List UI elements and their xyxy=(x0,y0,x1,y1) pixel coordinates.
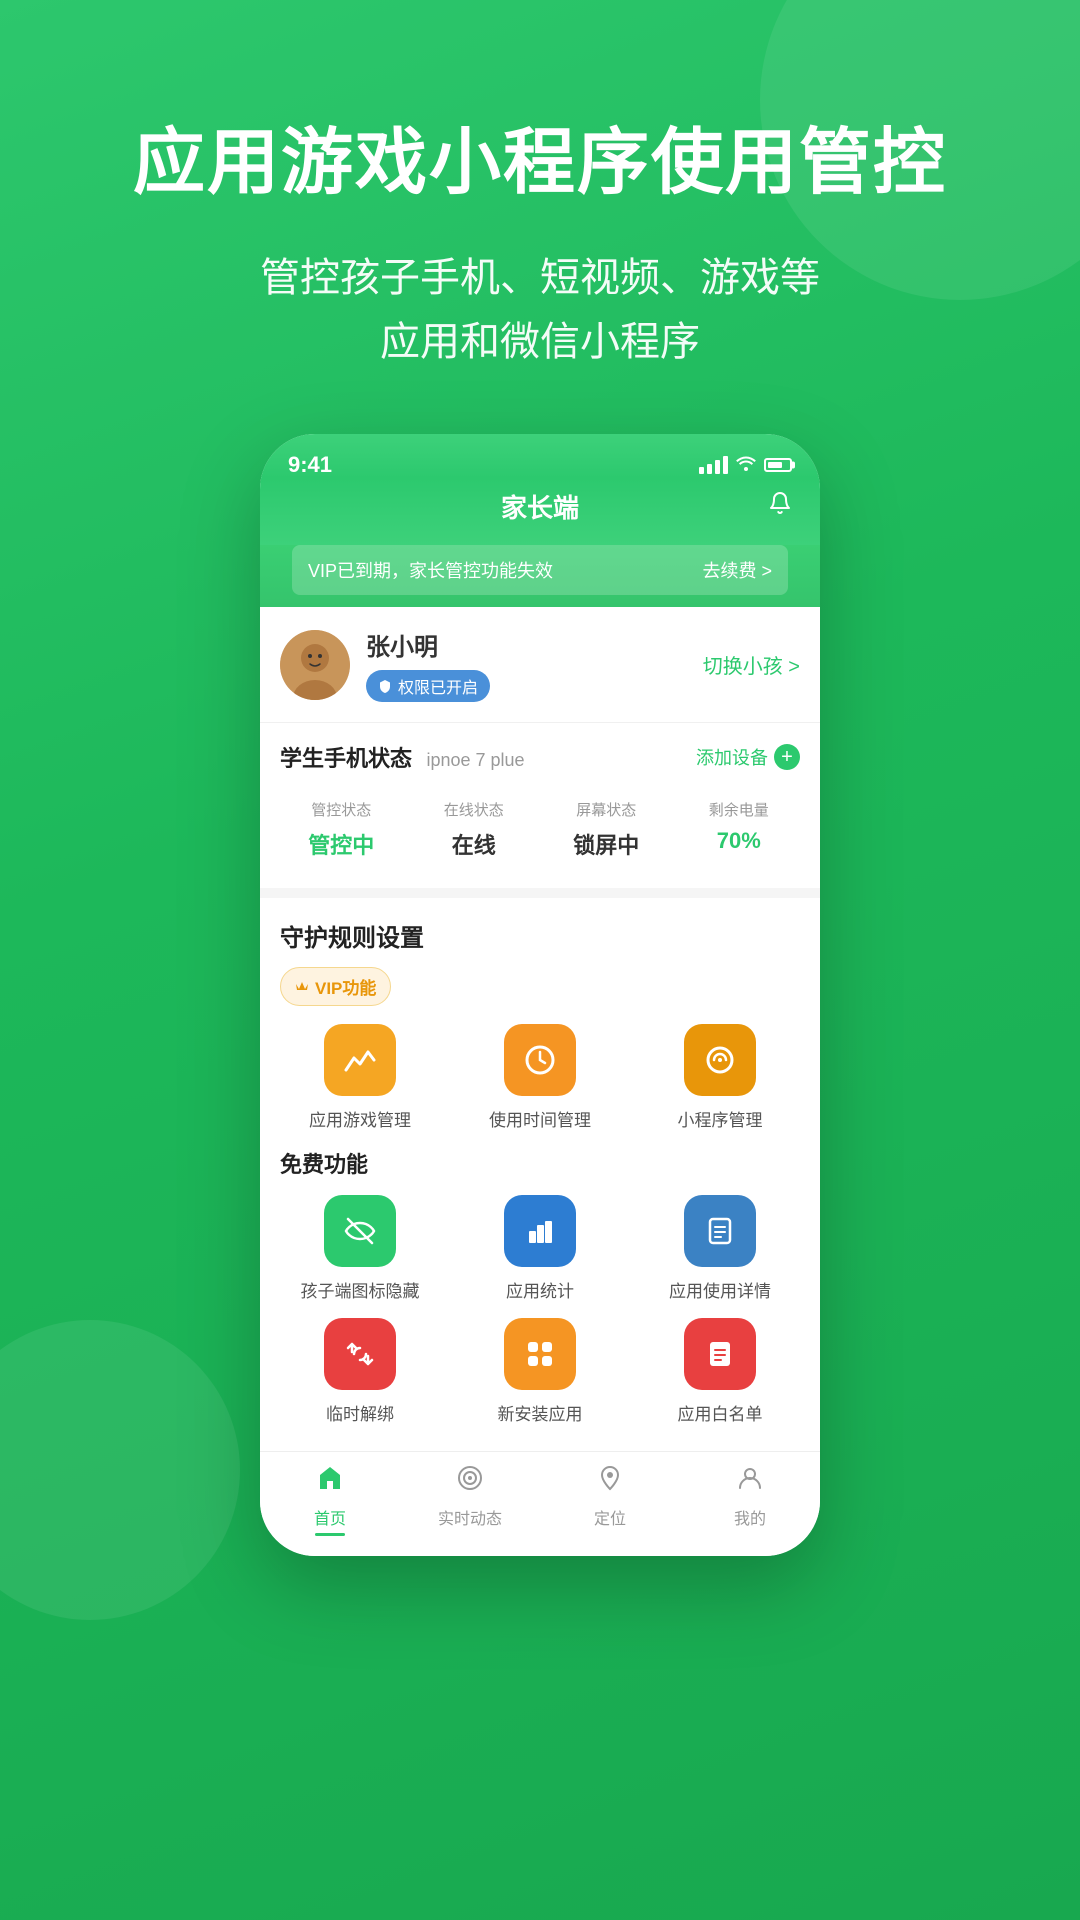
add-device-icon: + xyxy=(774,744,800,770)
nav-profile-label: 我的 xyxy=(734,1505,766,1529)
status-value-control: 管控中 xyxy=(280,828,403,860)
nav-home-underline xyxy=(315,1533,345,1536)
realtime-icon xyxy=(456,1464,484,1499)
user-left: 张小明 权限已开启 xyxy=(280,627,490,702)
user-permission: 权限已开启 xyxy=(366,670,490,702)
nav-location-label: 定位 xyxy=(594,1505,626,1529)
status-icons xyxy=(699,455,792,476)
status-grid: 管控状态 管控中 在线状态 在线 屏幕状态 锁屏中 剩余电量 70% xyxy=(280,789,800,870)
free-features-grid-2: 临时解绑 新安装应用 xyxy=(280,1318,800,1425)
vip-badge: VIP功能 xyxy=(280,967,391,1006)
status-item-online: 在线状态 在线 xyxy=(413,799,536,860)
feature-label-app-game: 应用游戏管理 xyxy=(309,1106,411,1131)
usage-detail-icon xyxy=(684,1195,756,1267)
vip-features-grid: 应用游戏管理 使用时间管理 xyxy=(280,1024,800,1131)
feature-time[interactable]: 使用时间管理 xyxy=(460,1024,620,1131)
battery-icon xyxy=(764,458,792,472)
sub-title: 管控孩子手机、短视频、游戏等应用和微信小程序 xyxy=(60,246,1020,374)
wifi-icon xyxy=(736,455,756,476)
header-section: 应用游戏小程序使用管控 管控孩子手机、短视频、游戏等应用和微信小程序 xyxy=(0,0,1080,434)
phone-mockup-container: 9:41 家长端 xyxy=(0,434,1080,1636)
main-title: 应用游戏小程序使用管控 xyxy=(60,120,1020,206)
user-section: 张小明 权限已开启 切换小孩 > xyxy=(260,607,820,722)
feature-icon-hide[interactable]: 孩子端图标隐藏 xyxy=(280,1195,440,1302)
user-info: 张小明 权限已开启 xyxy=(366,627,490,702)
feature-label-usage-detail: 应用使用详情 xyxy=(669,1277,771,1302)
feature-label-mini-program: 小程序管理 xyxy=(678,1106,763,1131)
status-value-online: 在线 xyxy=(413,828,536,860)
feature-label-icon-hide: 孩子端图标隐藏 xyxy=(301,1277,420,1302)
vip-banner-text: VIP已到期，家长管控功能失效 xyxy=(308,557,553,583)
mini-program-icon xyxy=(684,1024,756,1096)
status-label-battery: 剩余电量 xyxy=(678,799,801,820)
bell-icon[interactable] xyxy=(768,491,792,522)
whitelist-icon xyxy=(684,1318,756,1390)
feature-mini-program[interactable]: 小程序管理 xyxy=(640,1024,800,1131)
device-title-row: 学生手机状态 ipnoe 7 plue xyxy=(280,741,525,773)
status-item-control: 管控状态 管控中 xyxy=(280,799,403,860)
nav-location[interactable]: 定位 xyxy=(570,1464,650,1536)
status-bar: 9:41 xyxy=(260,434,820,478)
nav-profile[interactable]: 我的 xyxy=(710,1464,790,1536)
vip-banner-action[interactable]: 去续费 > xyxy=(702,557,772,583)
feature-app-game[interactable]: 应用游戏管理 xyxy=(280,1024,440,1131)
device-header: 学生手机状态 ipnoe 7 plue 添加设备 + xyxy=(280,741,800,773)
watermark-area xyxy=(0,1636,1080,1676)
device-title: 学生手机状态 xyxy=(280,746,412,771)
status-label-online: 在线状态 xyxy=(413,799,536,820)
app-header: 家长端 xyxy=(260,478,820,545)
location-icon xyxy=(596,1464,624,1499)
phone-mockup: 9:41 家长端 xyxy=(260,434,820,1556)
feature-temp-unbind[interactable]: 临时解绑 xyxy=(280,1318,440,1425)
app-stats-icon xyxy=(504,1195,576,1267)
app-game-icon xyxy=(324,1024,396,1096)
nav-home[interactable]: 首页 xyxy=(290,1464,370,1536)
feature-label-time: 使用时间管理 xyxy=(489,1106,591,1131)
temp-unbind-icon xyxy=(324,1318,396,1390)
signal-icon xyxy=(699,456,728,474)
avatar xyxy=(280,630,350,700)
user-name: 张小明 xyxy=(366,627,490,662)
bottom-nav: 首页 实时动态 xyxy=(260,1451,820,1556)
feature-label-temp-unbind: 临时解绑 xyxy=(326,1400,394,1425)
feature-usage-detail[interactable]: 应用使用详情 xyxy=(640,1195,800,1302)
time-icon xyxy=(504,1024,576,1096)
home-icon xyxy=(316,1464,344,1499)
status-value-battery: 70% xyxy=(678,828,801,854)
rules-section: 守护规则设置 VIP功能 应用游戏管理 xyxy=(260,888,820,1451)
status-item-battery: 剩余电量 70% xyxy=(678,799,801,860)
feature-label-whitelist: 应用白名单 xyxy=(678,1400,763,1425)
vip-banner[interactable]: VIP已到期，家长管控功能失效 去续费 > xyxy=(292,545,788,595)
nav-realtime[interactable]: 实时动态 xyxy=(430,1464,510,1536)
feature-label-new-install: 新安装应用 xyxy=(498,1400,583,1425)
status-value-screen: 锁屏中 xyxy=(545,828,668,860)
free-features-grid-1: 孩子端图标隐藏 应用统计 xyxy=(280,1195,800,1302)
rules-title: 守护规则设置 xyxy=(280,918,800,953)
feature-label-app-stats: 应用统计 xyxy=(506,1277,574,1302)
device-section: 学生手机状态 ipnoe 7 plue 添加设备 + 管控状态 管控中 在线状态… xyxy=(260,722,820,888)
status-label-screen: 屏幕状态 xyxy=(545,799,668,820)
add-device-button[interactable]: 添加设备 + xyxy=(696,744,800,770)
status-item-screen: 屏幕状态 锁屏中 xyxy=(545,799,668,860)
feature-new-install[interactable]: 新安装应用 xyxy=(460,1318,620,1425)
profile-icon xyxy=(736,1464,764,1499)
nav-realtime-label: 实时动态 xyxy=(438,1505,502,1529)
status-label-control: 管控状态 xyxy=(280,799,403,820)
app-title: 家长端 xyxy=(501,488,579,525)
feature-whitelist[interactable]: 应用白名单 xyxy=(640,1318,800,1425)
switch-child-button[interactable]: 切换小孩 > xyxy=(703,650,800,679)
status-time: 9:41 xyxy=(288,452,332,478)
device-model: ipnoe 7 plue xyxy=(426,750,524,770)
feature-app-stats[interactable]: 应用统计 xyxy=(460,1195,620,1302)
new-install-icon xyxy=(504,1318,576,1390)
icon-hide-icon xyxy=(324,1195,396,1267)
nav-home-label: 首页 xyxy=(314,1505,346,1529)
free-title: 免费功能 xyxy=(280,1147,800,1179)
